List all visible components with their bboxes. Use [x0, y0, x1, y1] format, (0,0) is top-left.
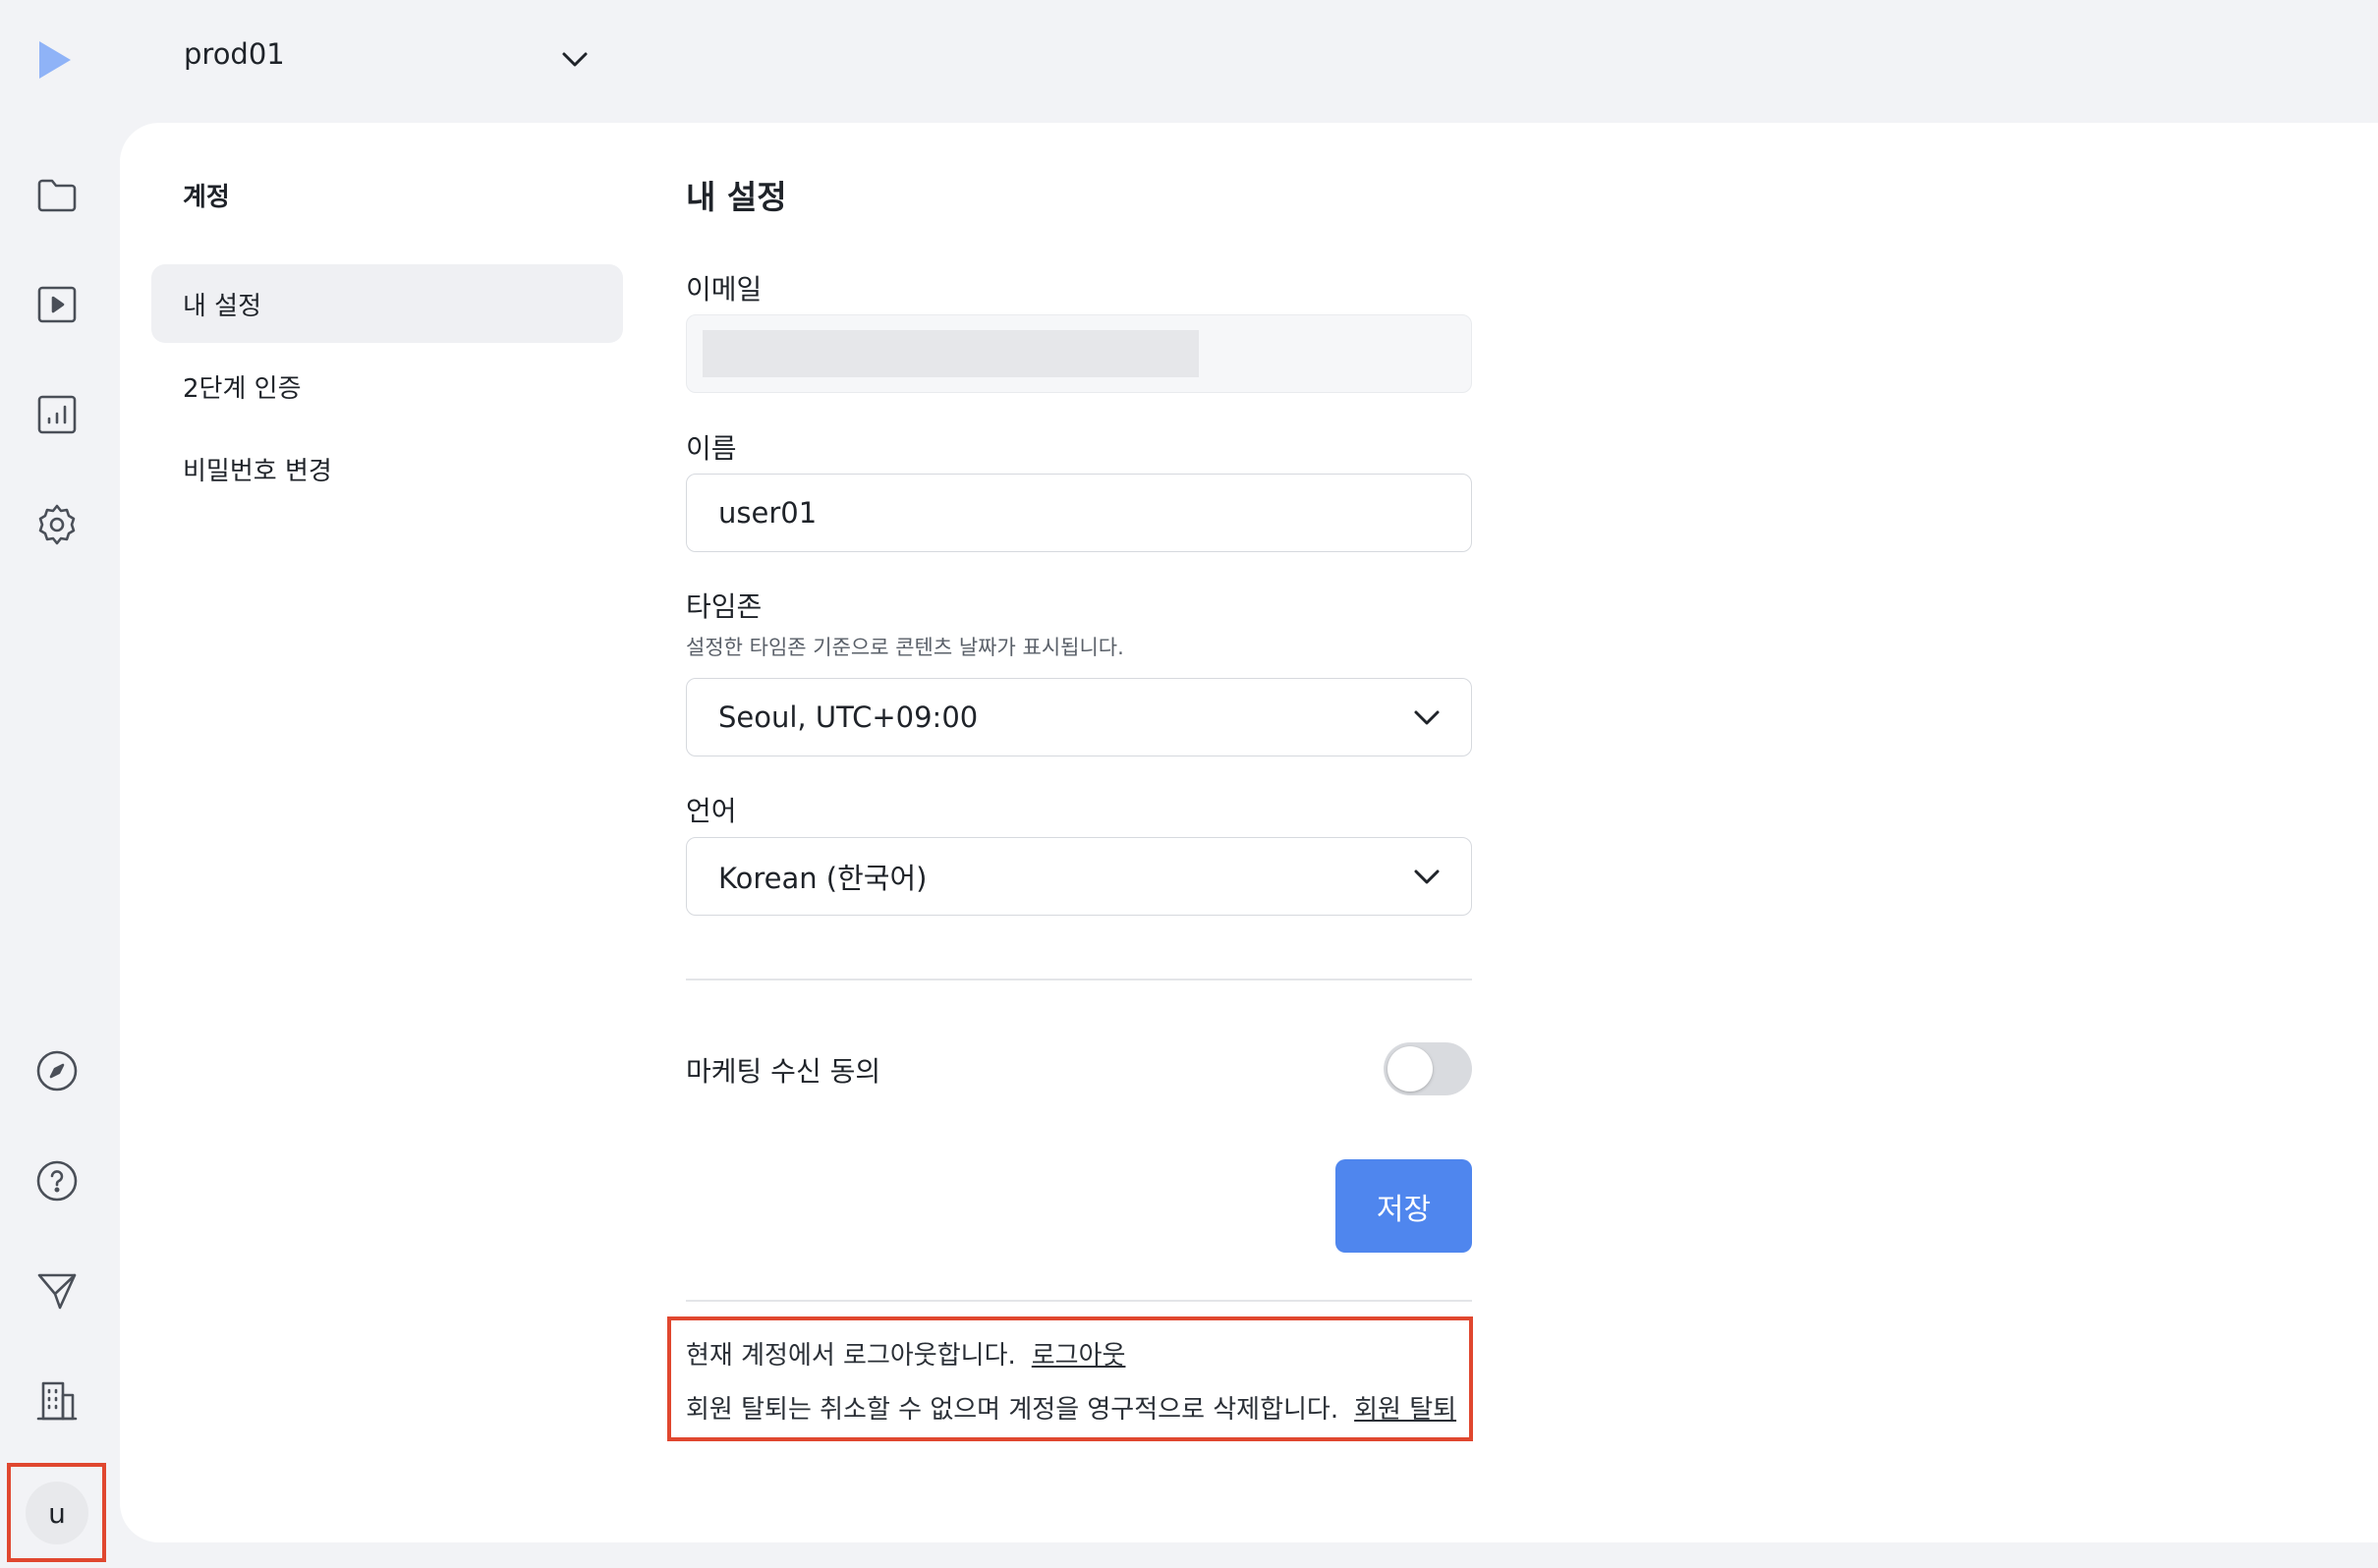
help-circle-icon[interactable] — [25, 1148, 89, 1213]
send-icon[interactable] — [25, 1259, 89, 1323]
building-icon[interactable] — [25, 1369, 89, 1433]
chevron-down-icon — [558, 43, 592, 77]
play-square-icon[interactable] — [25, 272, 89, 337]
timezone-select[interactable]: Seoul, UTC+09:00 — [686, 678, 1472, 756]
subnav-item-label: 2단계 인증 — [183, 373, 302, 404]
divider — [686, 1300, 1472, 1302]
language-value: Korean (한국어) — [718, 862, 928, 895]
avatar-highlight-box — [7, 1463, 106, 1562]
folder-icon[interactable] — [25, 162, 89, 227]
name-field[interactable]: user01 — [686, 474, 1472, 552]
chevron-down-icon — [1410, 861, 1444, 894]
subnav-title: 계정 — [183, 183, 230, 212]
marketing-label: 마케팅 수신 동의 — [686, 1055, 881, 1088]
subnav-item-label: 비밀번호 변경 — [183, 456, 332, 486]
subnav-item-my-settings[interactable]: 내 설정 — [151, 264, 623, 343]
name-label: 이름 — [686, 432, 737, 465]
divider — [686, 979, 1472, 980]
page-title: 내 설정 — [686, 178, 787, 216]
save-button[interactable]: 저장 — [1335, 1159, 1472, 1253]
workspace-name: prod01 — [184, 37, 285, 71]
timezone-value: Seoul, UTC+09:00 — [718, 700, 979, 734]
marketing-toggle[interactable] — [1384, 1042, 1472, 1095]
subnav-item-change-password[interactable]: 비밀번호 변경 — [151, 429, 623, 508]
language-select[interactable]: Korean (한국어) — [686, 837, 1472, 916]
toggle-knob — [1387, 1046, 1433, 1092]
email-redacted-bar — [703, 330, 1199, 377]
language-label: 언어 — [686, 795, 737, 827]
subnav-item-two-factor[interactable]: 2단계 인증 — [151, 347, 623, 425]
gear-icon[interactable] — [25, 492, 89, 557]
email-field — [686, 314, 1472, 393]
logo-icon[interactable] — [35, 37, 75, 83]
chart-icon[interactable] — [25, 382, 89, 447]
compass-icon[interactable] — [25, 1038, 89, 1103]
chevron-down-icon — [1410, 701, 1444, 735]
account-actions-highlight-box — [667, 1316, 1473, 1441]
subnav-item-label: 내 설정 — [183, 291, 262, 321]
timezone-help-text: 설정한 타임존 기준으로 콘텐츠 날짜가 표시됩니다. — [686, 636, 1124, 659]
timezone-label: 타임존 — [686, 590, 763, 623]
email-label: 이메일 — [686, 273, 763, 306]
name-value: user01 — [718, 496, 818, 530]
